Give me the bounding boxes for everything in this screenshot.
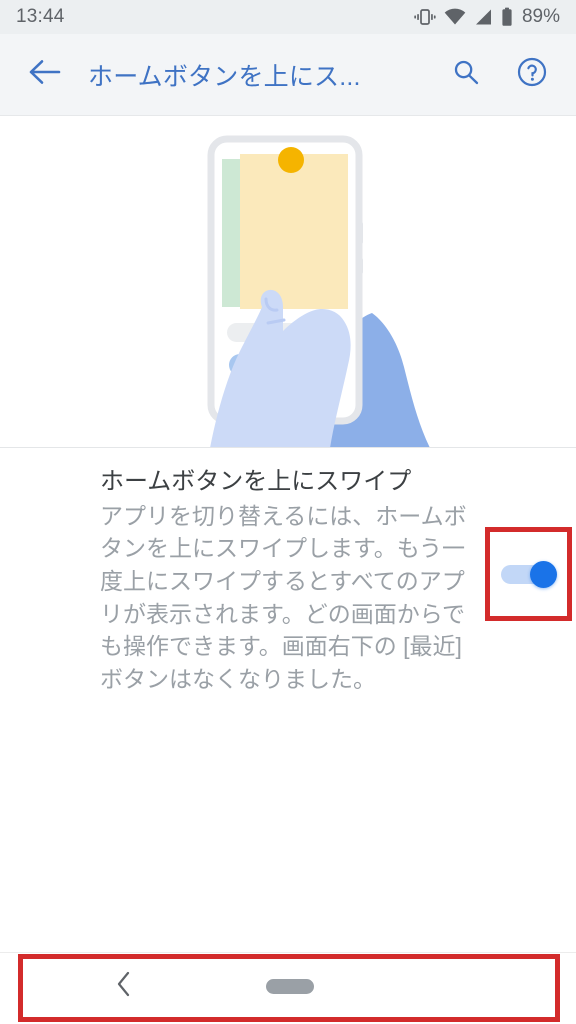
nav-back-chevron-icon — [114, 970, 134, 1003]
back-button[interactable] — [22, 52, 68, 98]
setting-description: アプリを切り替えるには、ホームボタンを上にスワイプします。もう一度上にスワイプす… — [100, 502, 467, 692]
search-button[interactable] — [442, 51, 490, 99]
nav-back-button[interactable] — [110, 970, 138, 1003]
status-icon-group: 89% — [414, 6, 560, 28]
setting-title: ホームボタンを上にスワイプ — [100, 468, 412, 495]
swipe-up-home-button-illustration — [207, 135, 430, 447]
toggle-highlight-box — [485, 527, 572, 621]
app-bar: ホームボタンを上にス... — [0, 34, 576, 116]
swipe-up-home-button-switch[interactable] — [500, 561, 557, 588]
nav-home-pill[interactable] — [266, 979, 314, 994]
back-arrow-icon — [28, 57, 62, 92]
phone-screen: 13:44 89% ホームボタンを上にス... ホームボタンを上にスワイプ アプ… — [0, 0, 576, 1024]
cell-signal-icon — [474, 8, 493, 26]
wifi-icon — [444, 8, 466, 26]
search-icon — [451, 57, 481, 92]
page-title: ホームボタンを上にス... — [88, 62, 361, 91]
setting-content: ホームボタンを上にスワイプ アプリを切り替えるには、ホームボタンを上にスワイプし… — [0, 449, 576, 696]
help-button[interactable] — [508, 51, 556, 99]
illustration-area — [0, 117, 576, 448]
status-clock: 13:44 — [16, 6, 65, 27]
vibrate-icon — [414, 7, 436, 27]
setting-text-block: ホームボタンを上にスワイプ アプリを切り替えるには、ホームボタンを上にスワイプし… — [100, 467, 480, 696]
help-icon — [516, 56, 548, 93]
switch-thumb — [529, 561, 557, 588]
battery-icon — [501, 7, 513, 27]
status-bar: 13:44 89% — [0, 0, 576, 34]
battery-percent-label: 89% — [521, 6, 560, 27]
system-navigation-bar — [0, 952, 576, 1024]
